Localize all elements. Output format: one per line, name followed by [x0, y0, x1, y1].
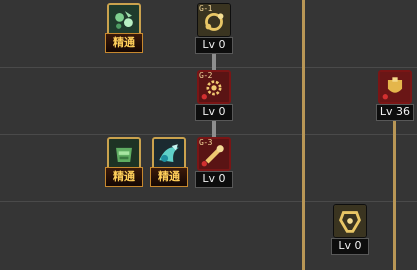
- armor-skill-icon: [334, 205, 366, 237]
- skill-level: Lv 0: [331, 238, 369, 255]
- row-divider: [0, 201, 417, 202]
- mastery-tag: 精通: [150, 167, 188, 187]
- skill-level: Lv 0: [195, 171, 233, 188]
- mastery-tag: 精通: [105, 167, 143, 187]
- skill-level: Lv 36: [376, 104, 414, 121]
- row-divider: [0, 67, 417, 68]
- mastery-tag: 精通: [105, 33, 143, 53]
- mastery-icon: [109, 139, 139, 169]
- tier-line: [302, 0, 305, 270]
- skill-level: Lv 0: [195, 104, 233, 121]
- row-divider: [0, 134, 417, 135]
- skill-grade-badge: G-1: [199, 4, 212, 13]
- skill-grade-badge: G-2: [199, 71, 212, 80]
- skill-level: Lv 0: [195, 37, 233, 54]
- mastery-icon: [154, 139, 184, 169]
- tier-line: [393, 118, 396, 270]
- skill-grade-badge: G-3: [199, 138, 212, 147]
- mastery-icon: [109, 5, 139, 35]
- shield-skill-icon: [380, 72, 410, 102]
